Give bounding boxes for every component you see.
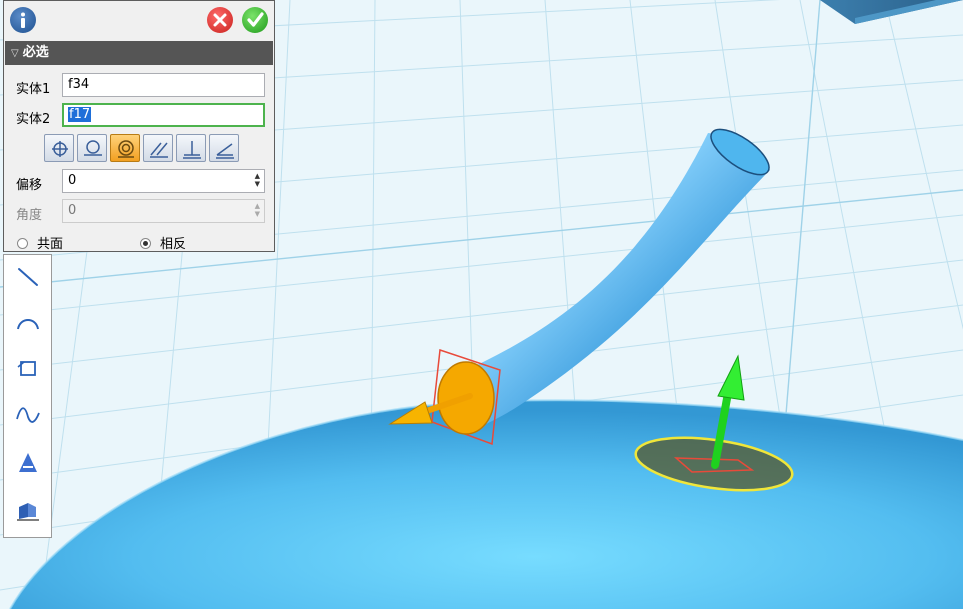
radio-coplanar[interactable]: 共面 <box>17 233 63 252</box>
radio-opposite[interactable]: 相反 <box>140 233 186 252</box>
radio-dot-icon[interactable] <box>140 238 151 249</box>
entity2-field[interactable]: f17 <box>62 103 265 127</box>
entity1-label: 实体1 <box>16 82 51 97</box>
angle-spinner[interactable]: 0 ▲ ▼ <box>62 199 265 223</box>
section-title: 必选 <box>22 45 49 60</box>
offset-label: 偏移 <box>16 178 43 193</box>
rectangle-icon[interactable] <box>12 353 44 385</box>
constraint-panel: ▽ 必选 实体1 f34 实体2 f17 偏移 0 ▲ ▼ 角度 0 ▲ ▼ 共… <box>3 0 275 252</box>
section-header-required[interactable]: ▽ 必选 <box>5 41 273 65</box>
entity2-label: 实体2 <box>16 112 51 127</box>
angle-value: 0 <box>68 203 77 218</box>
point-icon[interactable] <box>44 134 74 162</box>
entity2-value: f17 <box>68 107 92 122</box>
parallel-icon[interactable] <box>143 134 173 162</box>
tangent-icon[interactable] <box>77 134 107 162</box>
line-icon[interactable] <box>12 261 44 293</box>
radio-opposite-label: 相反 <box>160 237 187 252</box>
arc-icon[interactable] <box>12 307 44 339</box>
offset-spinner[interactable]: 0 ▲ ▼ <box>62 169 265 193</box>
sketch-toolbar <box>3 254 52 538</box>
radio-dot-icon[interactable] <box>17 238 28 249</box>
plane-icon[interactable] <box>12 495 44 527</box>
radio-coplanar-label: 共面 <box>37 237 64 252</box>
spline-icon[interactable] <box>12 399 44 431</box>
panel-titlebar <box>4 1 274 39</box>
angle-label: 角度 <box>16 208 43 223</box>
entity1-value: f34 <box>68 77 90 92</box>
angle-icon[interactable] <box>209 134 239 162</box>
info-icon[interactable] <box>10 7 36 33</box>
text-icon[interactable] <box>12 447 44 479</box>
confirm-icon[interactable] <box>242 7 268 33</box>
cancel-icon[interactable] <box>207 7 233 33</box>
spinner-arrows-icon[interactable]: ▲ ▼ <box>255 202 260 218</box>
offset-value: 0 <box>68 173 77 188</box>
concentric-icon[interactable] <box>110 134 140 162</box>
perpendicular-icon[interactable] <box>176 134 206 162</box>
spinner-arrows-icon[interactable]: ▲ ▼ <box>255 172 260 188</box>
collapse-triangle-icon[interactable]: ▽ <box>11 42 19 66</box>
entity1-field[interactable]: f34 <box>62 73 265 97</box>
